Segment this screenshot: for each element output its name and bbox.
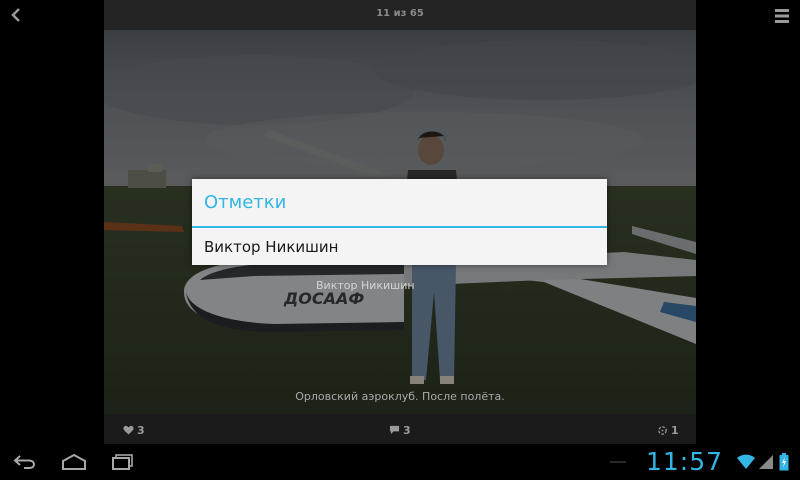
screen: ДОСААФ Виктор Никишин Орловский аэроклуб… bbox=[0, 0, 800, 480]
photo-counter: 11 из 65 bbox=[376, 8, 424, 19]
likes-count: 3 bbox=[137, 423, 145, 437]
dialog-title: Отметки bbox=[204, 192, 287, 213]
nav-home-button[interactable] bbox=[60, 452, 88, 476]
photo-stats-bar: 3 3 1 bbox=[104, 414, 696, 444]
system-nav-bar: 11:57 bbox=[0, 444, 800, 480]
action-bar-title-area: 11 из 65 bbox=[104, 0, 696, 30]
photo-tag-label[interactable]: Виктор Никишин bbox=[316, 279, 415, 292]
nav-recent-apps-button[interactable] bbox=[110, 452, 136, 476]
back-arrow-icon bbox=[11, 8, 20, 22]
likes-button[interactable]: 3 bbox=[123, 423, 145, 437]
tag-target-icon bbox=[658, 425, 667, 435]
nav-back-button[interactable] bbox=[12, 452, 38, 476]
comments-button[interactable]: 3 bbox=[389, 423, 411, 437]
comment-icon bbox=[389, 425, 400, 435]
tags-dialog: Отметки Виктор Никишин bbox=[192, 179, 607, 265]
nav-back-icon bbox=[13, 455, 36, 469]
signal-icon bbox=[759, 455, 773, 469]
action-bar: 11 из 65 bbox=[0, 0, 800, 30]
back-button[interactable] bbox=[4, 3, 28, 27]
nav-home-icon bbox=[62, 453, 86, 470]
dialog-list-item[interactable]: Виктор Никишин bbox=[192, 228, 607, 265]
wifi-icon bbox=[737, 454, 755, 469]
comments-count: 3 bbox=[403, 423, 411, 437]
battery-icon bbox=[779, 453, 789, 471]
status-clock[interactable]: 11:57 bbox=[646, 447, 723, 476]
dialog-list-item-label: Виктор Никишин bbox=[204, 238, 339, 256]
tags-button[interactable]: 1 bbox=[657, 423, 679, 437]
photo-caption: Орловский аэроклуб. После полёта. bbox=[295, 390, 505, 403]
nav-recent-apps-icon bbox=[112, 454, 133, 470]
overflow-menu-icon bbox=[775, 9, 789, 23]
overflow-menu-button[interactable] bbox=[772, 6, 792, 26]
tags-count: 1 bbox=[671, 423, 679, 437]
nav-divider bbox=[610, 461, 626, 463]
heart-icon bbox=[123, 425, 134, 435]
